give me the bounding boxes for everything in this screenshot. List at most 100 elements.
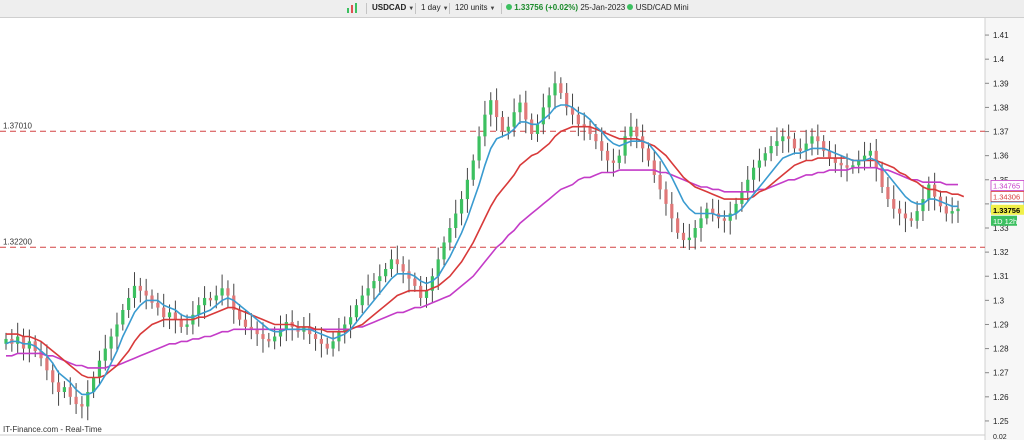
- y-tick-label: 1.37: [993, 128, 1009, 137]
- candle-body: [97, 360, 102, 378]
- candle-body: [62, 387, 67, 392]
- symbol-selector[interactable]: USDCAD ▼: [372, 2, 414, 14]
- candle-body: [413, 278, 417, 286]
- candle-body: [109, 336, 113, 349]
- y-tick-label: 1.32: [993, 248, 1009, 257]
- level-line-label: 1.37010: [3, 121, 32, 130]
- candle-body: [150, 295, 154, 303]
- toolbar-divider: [501, 3, 502, 14]
- candle-body: [763, 153, 767, 161]
- y-tick-label: 1.29: [993, 320, 1009, 329]
- candle-body: [518, 102, 522, 113]
- candle-body: [319, 338, 323, 344]
- candle-body: [798, 148, 802, 151]
- candle-body: [594, 133, 598, 142]
- candle-body: [167, 312, 172, 318]
- candle-body: [839, 162, 843, 166]
- candle-body: [547, 95, 551, 108]
- candle-body: [459, 199, 464, 214]
- candle-body: [781, 136, 785, 142]
- candle-body: [600, 141, 604, 151]
- candle-body: [559, 83, 563, 93]
- candle-body: [646, 148, 651, 161]
- level-line-label: 1.32200: [3, 237, 32, 246]
- candle-body: [226, 288, 230, 296]
- candle-body: [886, 187, 890, 200]
- candle-body: [127, 297, 131, 310]
- candle-body: [605, 150, 610, 161]
- candle-body: [787, 136, 791, 139]
- candle-body: [156, 302, 160, 308]
- quote-info: 1.33756 (+0.02%) 25-Jan-2023 USD/CAD Min…: [506, 2, 689, 14]
- units-selector[interactable]: 120 units ▼: [455, 2, 495, 14]
- candle-body: [214, 295, 218, 301]
- candle-body: [261, 334, 265, 339]
- candle-body: [56, 382, 61, 392]
- candle-body: [950, 211, 954, 214]
- candle-body: [635, 126, 639, 137]
- last-price: 1.33756: [514, 3, 544, 12]
- candle-body: [354, 305, 359, 318]
- candle-body: [132, 285, 137, 298]
- instrument-name: USD/CAD Mini: [635, 3, 689, 12]
- bar-chart-icon[interactable]: [346, 2, 358, 14]
- y-tick-label: 1.28: [993, 345, 1009, 354]
- y-tick-label: 1.38: [993, 103, 1009, 112]
- interval-selector[interactable]: 1 day ▼: [421, 2, 449, 14]
- candle-body: [921, 199, 925, 212]
- y-tick-label: 1.31: [993, 272, 1009, 281]
- candle-body: [45, 358, 49, 371]
- candle-body: [103, 348, 107, 361]
- candle-body: [115, 324, 119, 337]
- chevron-down-icon: ▼: [442, 6, 449, 12]
- chevron-down-icon: ▼: [408, 6, 415, 12]
- y-tick-label: 1.4: [993, 55, 1005, 64]
- candle-body: [792, 138, 797, 149]
- y-tick-label: 1.26: [993, 393, 1009, 402]
- candle-body: [722, 218, 726, 221]
- y-tick-label: 1.36: [993, 152, 1009, 161]
- candle-body: [676, 218, 680, 233]
- symbol-label: USDCAD: [372, 3, 407, 12]
- toolbar-divider: [366, 3, 367, 14]
- candle-body: [494, 100, 499, 118]
- price-chart[interactable]: 1.411.41.391.381.371.361.351.341.331.321…: [0, 18, 1024, 440]
- candle-body: [313, 334, 318, 339]
- green-dot-icon: [506, 4, 512, 10]
- candle-body: [757, 160, 762, 168]
- candle-body: [138, 285, 142, 291]
- toolbar-divider: [415, 3, 416, 14]
- candle-body: [699, 218, 703, 228]
- candle-body: [541, 107, 545, 125]
- candle-body: [243, 319, 248, 327]
- chevron-down-icon: ▼: [489, 6, 496, 12]
- candle-body: [524, 102, 528, 120]
- candle-body: [80, 404, 84, 407]
- candle-body: [670, 203, 674, 219]
- candle-body: [909, 218, 913, 221]
- candle-body: [51, 370, 55, 383]
- candle-body: [535, 124, 540, 134]
- candle-body: [348, 317, 353, 325]
- candle-body: [372, 281, 376, 289]
- candle-body: [652, 160, 656, 175]
- candle-body: [489, 100, 493, 115]
- candle-body: [74, 396, 78, 405]
- candle-body: [903, 213, 908, 219]
- candle-body: [810, 136, 814, 144]
- candle-body: [681, 232, 686, 241]
- candle-body: [892, 199, 896, 209]
- candle-body: [220, 288, 224, 296]
- candle-body: [208, 297, 213, 301]
- candle-body: [366, 288, 370, 296]
- candle-body: [553, 83, 557, 96]
- price-change: (+0.02%): [545, 3, 579, 12]
- candle-body: [238, 310, 242, 320]
- candle-body: [629, 126, 633, 137]
- y-tick-label: 1.27: [993, 369, 1009, 378]
- candle-body: [617, 155, 621, 163]
- candle-body: [471, 160, 475, 180]
- price-tag-label: 1.34306: [993, 193, 1020, 202]
- candle-body: [202, 297, 207, 306]
- units-label: 120 units: [455, 3, 488, 12]
